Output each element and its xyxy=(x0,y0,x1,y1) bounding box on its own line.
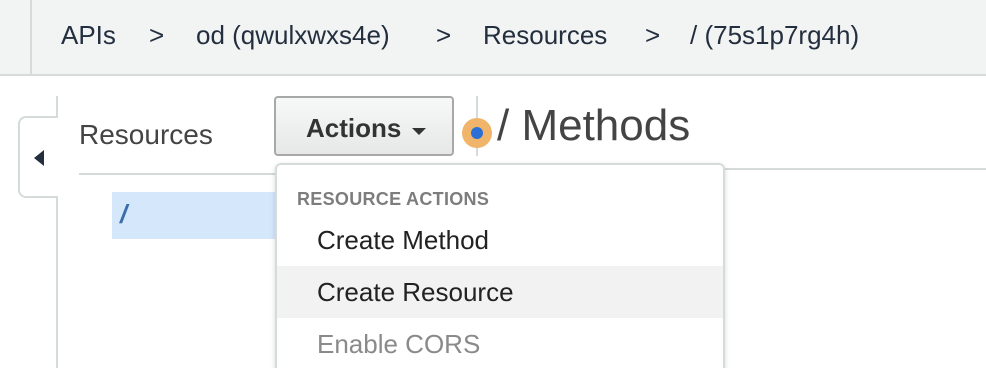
breadcrumb-separator: > xyxy=(645,20,661,50)
menu-item-create-resource[interactable]: Create Resource xyxy=(277,266,723,318)
collapse-panel-button[interactable] xyxy=(18,116,58,198)
breadcrumb-item-api[interactable]: od (qwulxwxs4e) xyxy=(196,19,390,51)
api-gateway-console: APIs > od (qwulxwxs4e) > Resources > / (… xyxy=(0,0,986,368)
breadcrumb-item-current: / (75s1p7rg4h) xyxy=(690,20,860,50)
breadcrumb-separator: > xyxy=(149,20,165,50)
resource-tree-item-label: / xyxy=(120,199,128,229)
divider xyxy=(724,168,986,170)
breadcrumb-item-apis[interactable]: APIs xyxy=(61,19,116,51)
menu-item-label: Create Resource xyxy=(317,277,514,307)
menu-section-label: RESOURCE ACTIONS xyxy=(297,189,490,209)
divider xyxy=(79,173,279,175)
status-indicator-icon xyxy=(462,118,492,148)
actions-button[interactable]: Actions xyxy=(274,96,454,156)
menu-item-label: Create Method xyxy=(317,225,489,255)
page-title: / Methods xyxy=(497,101,691,150)
breadcrumb-edge xyxy=(30,0,32,74)
menu-item-enable-cors[interactable]: Enable CORS xyxy=(277,318,723,368)
breadcrumb-separator: > xyxy=(436,20,452,50)
chevron-left-icon xyxy=(34,150,44,166)
resources-panel-title: Resources xyxy=(79,119,213,150)
resource-tree-item-root[interactable]: / xyxy=(112,192,282,239)
breadcrumb-item-resources[interactable]: Resources xyxy=(483,19,607,51)
actions-button-label: Actions xyxy=(306,113,402,143)
menu-item-create-method[interactable]: Create Method xyxy=(277,214,723,266)
caret-down-icon xyxy=(412,128,426,135)
menu-item-label: Enable CORS xyxy=(317,329,481,359)
actions-dropdown-menu: RESOURCE ACTIONS Create Method Create Re… xyxy=(275,163,725,368)
breadcrumb: APIs > od (qwulxwxs4e) > Resources > / (… xyxy=(0,0,986,76)
status-indicator-core xyxy=(471,127,483,139)
